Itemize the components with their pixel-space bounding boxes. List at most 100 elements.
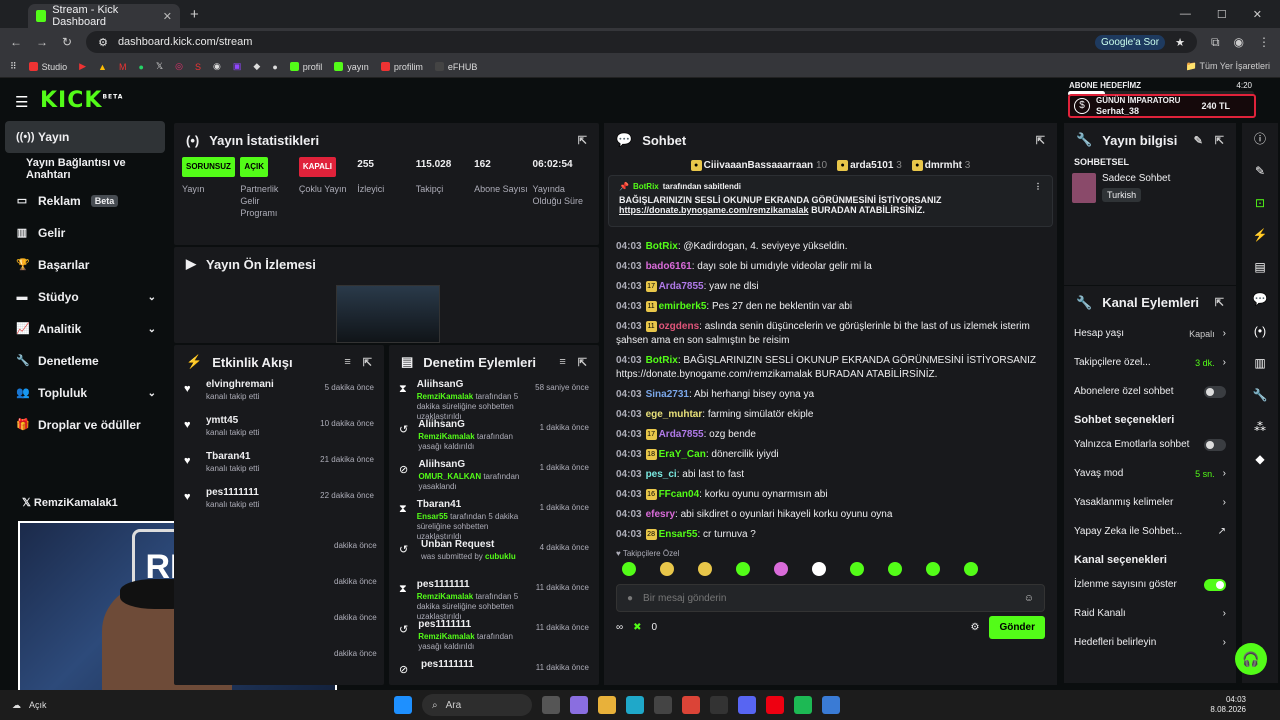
sidebar-item-droplar[interactable]: 🎁 Droplar ve ödüller <box>0 409 170 441</box>
moderation-user[interactable]: Unban Request <box>421 539 516 550</box>
tag-icon[interactable]: ◆ <box>1242 443 1278 475</box>
message-user[interactable]: Sina2731 <box>646 389 689 400</box>
twitch-icon[interactable]: ▣ <box>233 61 242 72</box>
emote-bar[interactable] <box>604 558 1057 580</box>
all-bookmarks[interactable]: 📁 Tüm Yer İşaretleri <box>1186 61 1270 72</box>
extensions-icon[interactable]: ⧉ <box>1211 35 1220 50</box>
browser-tab[interactable]: Stream - Kick Dashboard ✕ <box>28 4 180 28</box>
edit-icon[interactable]: ✎ <box>1194 134 1203 147</box>
sidebar-item-gelir[interactable]: ▥ Gelir <box>0 217 170 249</box>
more-icon[interactable]: ⋮ <box>1034 182 1042 191</box>
popout-icon[interactable]: ⇱ <box>1215 134 1224 147</box>
drive-icon[interactable]: ▲ <box>98 62 107 72</box>
sidebar-item-denetleme[interactable]: 🔧 Denetleme <box>0 345 170 377</box>
moderator-name[interactable]: RemziKamalak <box>418 632 474 641</box>
hamburger-menu-icon[interactable]: ☰ <box>15 93 28 111</box>
message-user[interactable]: efesry <box>646 509 675 520</box>
message-user[interactable]: Arda7855 <box>659 281 704 292</box>
popout-icon[interactable]: ⇱ <box>363 356 372 369</box>
setting-row[interactable]: İzlenme sayısını göster <box>1064 570 1236 599</box>
bookmark-yayin[interactable]: yayın <box>334 62 369 72</box>
kick-logo[interactable]: KICKBETA <box>40 88 123 113</box>
setting-row[interactable]: Abonelere özel sohbet <box>1064 377 1236 406</box>
youtube-icon[interactable]: ▶ <box>79 61 86 72</box>
popout-icon[interactable]: ⇱ <box>1036 134 1045 147</box>
activity-user[interactable]: Tbaran41 <box>206 451 259 462</box>
discord-icon[interactable] <box>738 696 756 714</box>
sidebar-item-stream-key[interactable]: Yayın Bağlantısı ve Anahtarı <box>0 153 170 185</box>
setting-row[interactable]: Yapay Zeka ile Sohbet... ↗ <box>1064 517 1236 546</box>
menu-icon[interactable]: ⋮ <box>1258 35 1270 49</box>
taskview-icon[interactable] <box>542 696 560 714</box>
setting-row[interactable]: Hesap yaşı Kapalı › <box>1064 319 1236 348</box>
activity-user[interactable]: elvinghremani <box>206 379 274 390</box>
sidebar-item-reklam[interactable]: ▭ Reklam Beta <box>0 185 170 217</box>
message-user[interactable]: BotRix <box>646 241 678 252</box>
steam-icon[interactable] <box>710 696 728 714</box>
whatsapp-icon[interactable]: ● <box>138 62 143 72</box>
moderation-user[interactable]: Tbaran41 <box>417 499 530 510</box>
message-user[interactable]: emirberk5 <box>659 301 707 312</box>
bookmark-studio[interactable]: Studio <box>28 62 67 72</box>
moderation-user[interactable]: pes1111111 <box>418 619 526 630</box>
app-icon[interactable] <box>822 696 840 714</box>
spotify-icon[interactable] <box>794 696 812 714</box>
wrench-icon[interactable]: 🔧 <box>1242 379 1278 411</box>
profile-icon[interactable]: ◉ <box>1234 35 1244 49</box>
chat-input[interactable]: ● Bir mesaj gönderin ☺ <box>616 584 1045 612</box>
instagram-icon[interactable]: ◎ <box>175 61 183 72</box>
close-tab-icon[interactable]: ✕ <box>163 10 172 23</box>
message-user[interactable]: ozgdens <box>659 321 700 332</box>
reload-icon[interactable]: ↻ <box>62 35 72 49</box>
bookmark-profil[interactable]: profil <box>289 62 322 72</box>
popout-icon[interactable]: ⇱ <box>578 134 587 147</box>
copilot-icon[interactable] <box>570 696 588 714</box>
save-icon[interactable]: ▥ <box>1242 347 1278 379</box>
ext-icon[interactable]: ◆ <box>253 61 260 72</box>
weather-icon[interactable]: ☁ <box>12 700 21 711</box>
obs-icon[interactable]: ● <box>272 62 277 72</box>
moderator-name[interactable]: Ensar55 <box>417 512 448 521</box>
ask-google-button[interactable]: Google'a Sor <box>1095 34 1166 50</box>
gmail-icon[interactable]: M <box>119 62 127 72</box>
sidebar-item-studyo[interactable]: ▬ Stüdyo ⌄ <box>0 281 170 313</box>
sidebar-item-basarilar[interactable]: 🏆 Başarılar <box>0 249 170 281</box>
store-icon[interactable] <box>654 696 672 714</box>
message-user[interactable]: bado6161 <box>646 261 692 272</box>
system-clock[interactable]: 04:03 8.08.2026 <box>1210 695 1246 715</box>
target-icon[interactable]: ⊡ <box>1242 187 1278 219</box>
opera-icon[interactable] <box>766 696 784 714</box>
nodes-icon[interactable]: ⁂ <box>1242 411 1278 443</box>
message-user[interactable]: ege_muhtar <box>646 409 703 420</box>
setting-row[interactable]: Hedefleri belirleyin › <box>1064 628 1236 657</box>
moderation-user[interactable]: AliihsanG <box>418 419 529 430</box>
moderation-user[interactable]: AliihsanG <box>417 379 525 390</box>
setting-row[interactable]: Yasaklanmış kelimeler › <box>1064 488 1236 517</box>
site-info-icon[interactable]: ⚙ <box>98 36 108 49</box>
x-icon[interactable]: 𝕏 <box>156 61 163 72</box>
sidebar-item-topluluk[interactable]: 👥 Topluluk ⌄ <box>0 377 170 409</box>
filter-icon[interactable]: ≡ <box>559 356 565 369</box>
url-field[interactable]: ⚙ dashboard.kick.com/stream Google'a Sor ★ <box>86 31 1197 53</box>
chrome-icon[interactable] <box>682 696 700 714</box>
clipboard-icon[interactable]: ▤ <box>1242 251 1278 283</box>
points-icon[interactable]: ∞ <box>616 622 623 633</box>
bookmark-efhub[interactable]: eFHUB <box>434 62 477 72</box>
filter-icon[interactable]: ≡ <box>344 356 350 369</box>
star-icon[interactable]: ★ <box>1175 36 1185 49</box>
activity-user[interactable]: pes1111111 <box>206 487 259 498</box>
setting-row[interactable]: Takipçilere özel... 3 dk. › <box>1064 348 1236 377</box>
sidebar-item-yayin[interactable]: ((•)) Yayın <box>5 121 165 153</box>
close-window-icon[interactable]: ✕ <box>1253 8 1262 21</box>
message-user[interactable]: BotRix <box>646 355 678 366</box>
toggle-switch[interactable] <box>1204 385 1226 398</box>
moderation-user[interactable]: AliihsanG <box>418 459 529 470</box>
lightning-icon[interactable]: ⚡ <box>1242 219 1278 251</box>
explorer-icon[interactable] <box>598 696 616 714</box>
toggle-switch[interactable] <box>1204 578 1226 591</box>
info-icon[interactable]: ⓘ <box>1242 123 1278 155</box>
forward-icon[interactable]: → <box>36 35 48 49</box>
minimize-icon[interactable]: — <box>1180 8 1191 21</box>
github-icon[interactable]: ◉ <box>213 61 221 72</box>
chat-bubble-icon[interactable]: 💬 <box>1242 283 1278 315</box>
